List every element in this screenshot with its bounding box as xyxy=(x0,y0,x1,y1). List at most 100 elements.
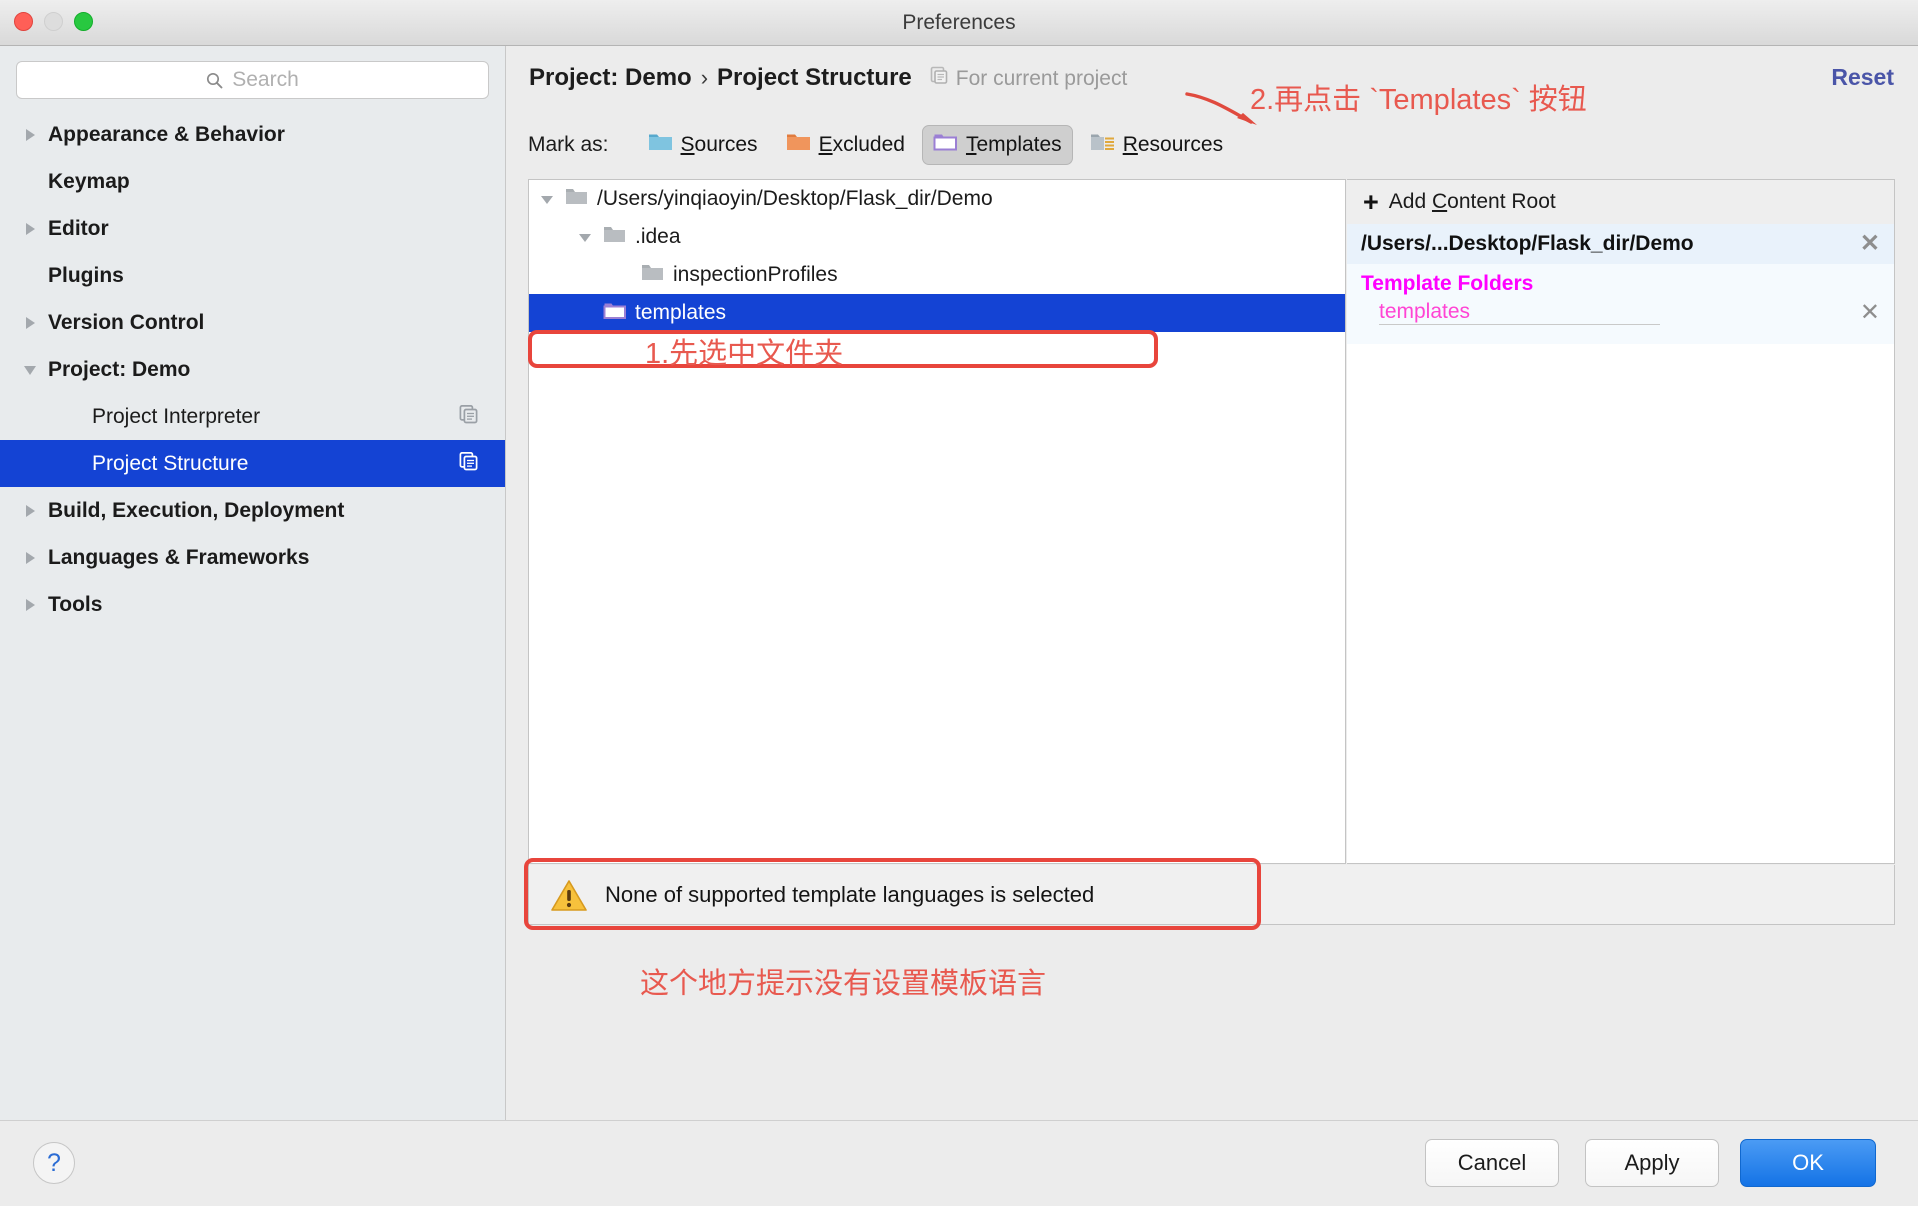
add-content-root-suffix: ontent Root xyxy=(1447,190,1556,213)
cancel-button[interactable]: Cancel xyxy=(1425,1139,1559,1187)
sidebar-item-label: Tools xyxy=(48,592,103,616)
sidebar-item-project-demo[interactable]: Project: Demo xyxy=(0,346,505,393)
tree-row-label: .idea xyxy=(635,225,681,248)
tree-row[interactable]: inspectionProfiles xyxy=(529,256,1345,294)
spacer-icon xyxy=(22,173,40,191)
annotation-arrow-icon xyxy=(1185,92,1257,125)
remove-content-root-icon[interactable]: ✕ xyxy=(1860,232,1880,256)
sidebar-item-label: Build, Execution, Deployment xyxy=(48,498,345,522)
zoom-window-button[interactable] xyxy=(74,12,93,31)
copy-settings-icon[interactable] xyxy=(459,404,479,429)
mark-as-resources-label: Resources xyxy=(1122,133,1224,156)
breadcrumb-separator: › xyxy=(700,65,709,90)
tree-row[interactable]: /Users/yinqiaoyin/Desktop/Flask_dir/Demo xyxy=(529,180,1345,218)
content-root-path: /Users/...Desktop/Flask_dir/Demo xyxy=(1361,232,1694,255)
breadcrumb-item-project[interactable]: Project: Demo xyxy=(529,64,692,92)
chevron-right-icon[interactable] xyxy=(22,502,40,520)
template-folders-title: Template Folders xyxy=(1361,272,1534,295)
chevron-down-icon[interactable] xyxy=(539,190,557,208)
breadcrumb-item-project-structure[interactable]: Project Structure xyxy=(717,64,912,92)
validation-warning-text: None of supported template languages is … xyxy=(605,881,1095,907)
anno-step2: 2.再点击 `Templates` 按钮 xyxy=(1250,84,1587,116)
template-folders-section: Template Folders templates ✕ xyxy=(1347,264,1894,344)
sidebar-item-keymap[interactable]: Keymap xyxy=(0,158,505,205)
remove-template-folder-icon[interactable]: ✕ xyxy=(1860,300,1880,325)
add-content-root-prefix: Add xyxy=(1388,190,1432,213)
sidebar-item-label: Project Structure xyxy=(92,451,249,475)
folder-sources-icon xyxy=(648,132,673,158)
chevron-right-icon[interactable] xyxy=(22,549,40,567)
mark-as-templates-button[interactable]: Templates xyxy=(921,125,1073,165)
anno-note: 这个地方提示没有设置模板语言 xyxy=(640,968,1047,1000)
mark-as-sources-label: Sources xyxy=(680,133,758,156)
tree-row-label: inspectionProfiles xyxy=(673,263,838,286)
sidebar-item-label: Project: Demo xyxy=(48,357,191,381)
copy-icon xyxy=(930,66,949,91)
sidebar-item-label: Version Control xyxy=(48,310,205,334)
chevron-right-icon[interactable] xyxy=(22,220,40,238)
template-folder-row[interactable]: templates ✕ xyxy=(1361,300,1880,325)
chevron-down-icon[interactable] xyxy=(577,228,595,246)
tree-row-label: templates xyxy=(635,301,727,324)
ok-button[interactable]: OK xyxy=(1740,1139,1876,1187)
sidebar-item-build-execution-deployment[interactable]: Build, Execution, Deployment xyxy=(0,487,505,534)
preferences-sidebar: Search Appearance & Behavior Keymap Editor… xyxy=(0,46,506,1120)
apply-button[interactable]: Apply xyxy=(1585,1139,1719,1187)
add-content-root-mnemonic: C xyxy=(1431,190,1448,213)
main-content: Project: Demo › Project Structure For cu… xyxy=(506,46,1918,1120)
folder-templates-icon xyxy=(933,132,958,158)
mark-as-templates-label: Templates xyxy=(965,133,1062,156)
window-traffic-lights[interactable] xyxy=(14,12,93,31)
sidebar-item-languages-frameworks[interactable]: Languages & Frameworks xyxy=(0,534,505,581)
content-root-panel: + Add Content Root /Users/...Desktop/Fla… xyxy=(1347,179,1895,864)
sidebar-item-plugins[interactable]: Plugins xyxy=(0,252,505,299)
sidebar-item-label: Languages & Frameworks xyxy=(48,545,310,569)
scope-note-label: For current project xyxy=(955,66,1128,90)
copy-settings-icon[interactable] xyxy=(459,451,479,476)
sidebar-item-project-structure[interactable]: Project Structure xyxy=(0,440,505,487)
breadcrumb: Project: Demo › Project Structure For cu… xyxy=(529,64,1127,92)
close-window-button[interactable] xyxy=(14,12,33,31)
sidebar-item-label: Keymap xyxy=(48,169,130,193)
chevron-down-icon[interactable] xyxy=(22,361,40,379)
tree-row[interactable]: .idea xyxy=(529,218,1345,256)
folder-template-icon xyxy=(603,301,627,326)
mark-as-sources-button[interactable]: Sources xyxy=(637,125,769,165)
search-input[interactable]: Search xyxy=(16,61,489,99)
sidebar-item-label: Editor xyxy=(48,216,109,240)
dialog-footer: ? Cancel Apply OK xyxy=(0,1120,1918,1206)
sidebar-item-project-interpreter[interactable]: Project Interpreter xyxy=(0,393,505,440)
tree-row-label: /Users/yinqiaoyin/Desktop/Flask_dir/Demo xyxy=(597,187,993,210)
reset-link[interactable]: Reset xyxy=(1831,64,1894,91)
window-title: Preferences xyxy=(902,10,1016,34)
add-content-root-label: Add Content Root xyxy=(1389,190,1556,214)
mark-as-excluded-button[interactable]: Excluded xyxy=(775,125,916,165)
warning-triangle-icon xyxy=(551,879,587,911)
add-content-root-button[interactable]: + Add Content Root xyxy=(1347,180,1894,224)
chevron-right-icon[interactable] xyxy=(22,126,40,144)
minimize-window-button[interactable] xyxy=(44,12,63,31)
chevron-right-icon[interactable] xyxy=(22,596,40,614)
chevron-right-icon[interactable] xyxy=(22,314,40,332)
help-button[interactable]: ? xyxy=(33,1142,75,1184)
template-folder-name: templates xyxy=(1379,300,1661,325)
content-root-row[interactable]: /Users/...Desktop/Flask_dir/Demo ✕ xyxy=(1347,224,1894,264)
folder-gray-icon xyxy=(603,225,627,250)
mark-as-label: Mark as: xyxy=(528,133,609,156)
sidebar-item-label: Project Interpreter xyxy=(92,404,261,428)
folder-excluded-icon xyxy=(786,132,811,158)
anno-step1: 1.先选中文件夹 xyxy=(645,338,844,370)
sidebar-item-tools[interactable]: Tools xyxy=(0,581,505,628)
mark-as-toolbar: Mark as: Sources Excluded Templates Resourc… xyxy=(528,124,1234,166)
settings-nav-list: Appearance & Behavior Keymap Editor Plugins… xyxy=(0,111,505,628)
content-tree-panel[interactable]: /Users/yinqiaoyin/Desktop/Flask_dir/Demo… xyxy=(528,179,1346,864)
folder-gray-icon xyxy=(565,187,589,212)
sidebar-item-editor[interactable]: Editor xyxy=(0,205,505,252)
sidebar-item-version-control[interactable]: Version Control xyxy=(0,299,505,346)
search-placeholder: Search xyxy=(232,68,299,91)
tree-row[interactable]: templates xyxy=(529,294,1345,332)
sidebar-item-appearance-behavior[interactable]: Appearance & Behavior xyxy=(0,111,505,158)
search-icon xyxy=(206,72,223,89)
